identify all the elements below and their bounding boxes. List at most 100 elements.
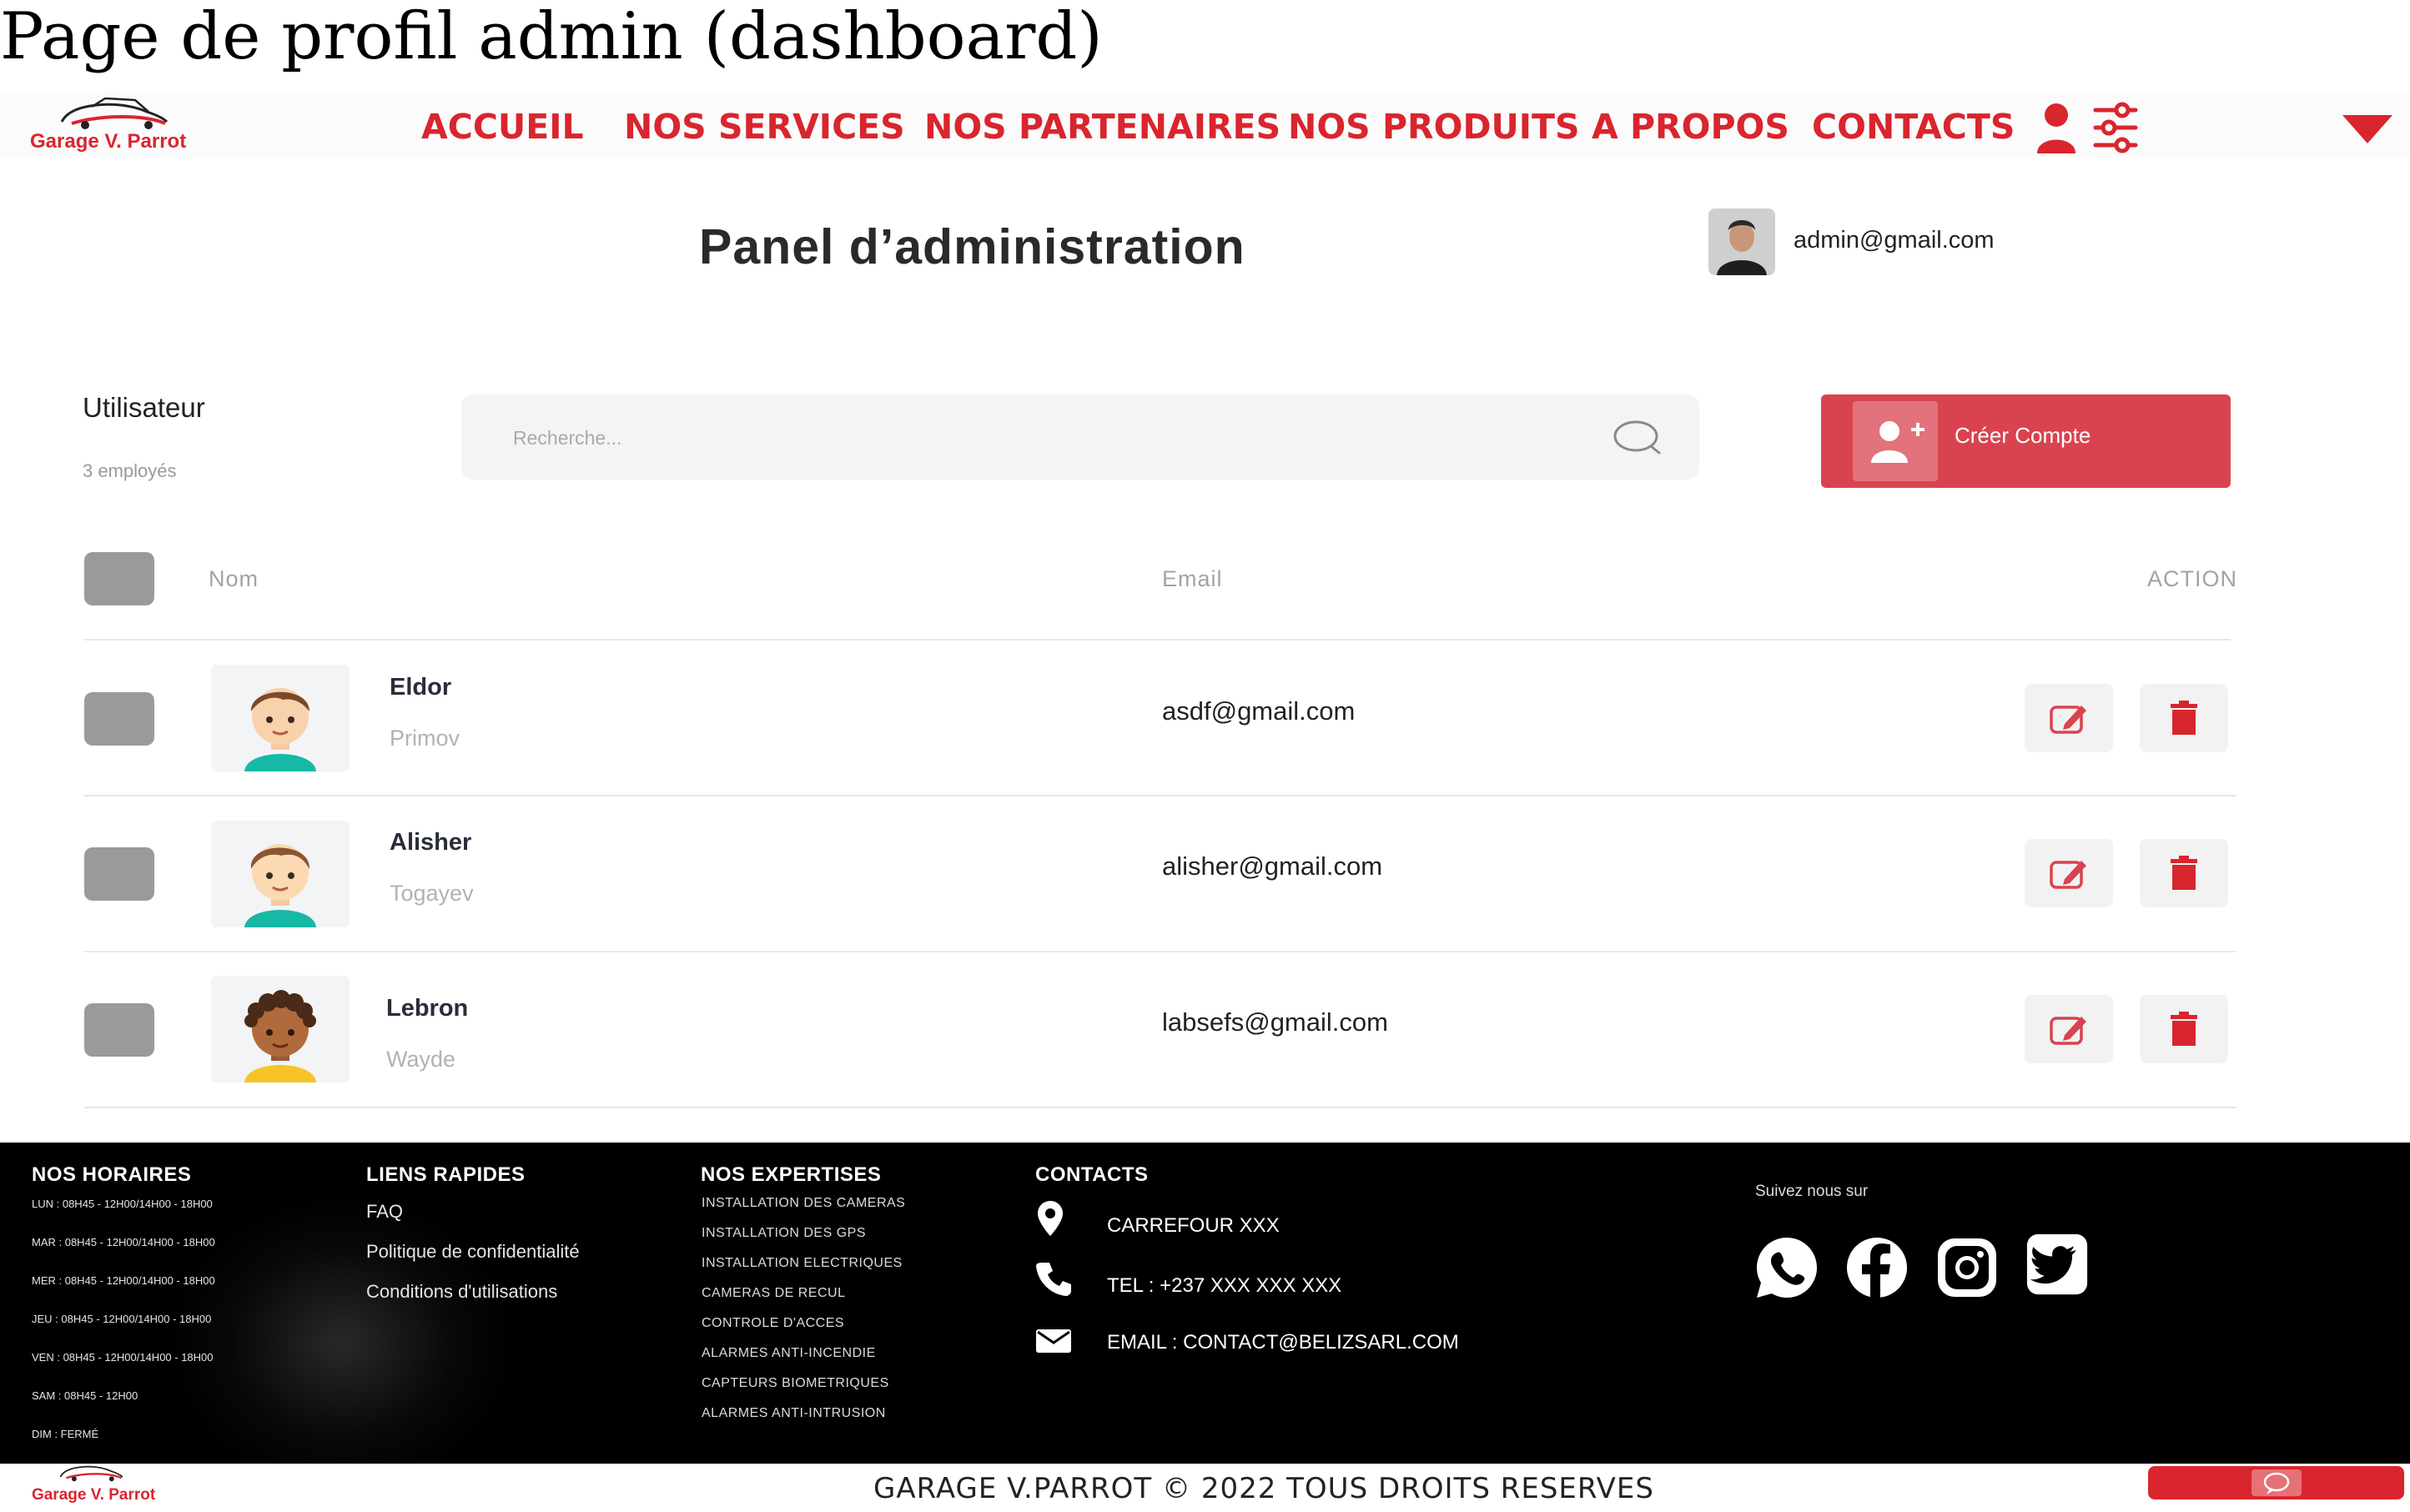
- footer-contacts-title: CONTACTS: [1035, 1163, 1149, 1186]
- expertise-item[interactable]: CAMERAS DE RECUL: [702, 1286, 845, 1301]
- delete-button[interactable]: [2140, 995, 2228, 1063]
- mail-icon: [1036, 1329, 1071, 1353]
- admin-photo-icon: [1708, 208, 1775, 275]
- expertise-item[interactable]: ALARMES ANTI-INCENDIE: [702, 1346, 876, 1361]
- user-avatar: [211, 821, 350, 927]
- search-input[interactable]: [513, 421, 1597, 455]
- trash-icon: [2171, 701, 2197, 735]
- delete-button[interactable]: [2140, 839, 2228, 907]
- copyright: GARAGE V.PARROT © 2022 TOUS DROITS RESER…: [873, 1472, 1654, 1505]
- caret-down-icon[interactable]: [2342, 115, 2392, 145]
- nav-nos-services[interactable]: NOS SERVICES: [624, 107, 905, 147]
- hours-line: LUN : 08H45 - 12H00/14H00 - 18H00: [32, 1198, 213, 1210]
- contact-address: CARREFOUR XXX: [1107, 1214, 1280, 1237]
- user-email: asdf@gmail.com: [1162, 696, 1356, 726]
- footer-hours-title: NOS HORAIRES: [32, 1163, 192, 1186]
- footer-link-privacy[interactable]: Politique de confidentialité: [366, 1241, 580, 1263]
- search-box: [461, 394, 1699, 480]
- nav-accueil[interactable]: ACCUEIL: [421, 107, 584, 147]
- edit-icon: [2050, 706, 2086, 734]
- edit-icon: [2050, 1017, 2086, 1045]
- create-account-button[interactable]: Créer Compte: [1821, 394, 2231, 488]
- admin-email: admin@gmail.com: [1794, 227, 1995, 254]
- expertise-item[interactable]: INSTALLATION DES CAMERAS: [702, 1196, 905, 1211]
- social-label: Suivez nous sur: [1755, 1183, 1869, 1200]
- footer-link-terms[interactable]: Conditions d'utilisations: [366, 1281, 557, 1303]
- car-logo-icon: [59, 1465, 123, 1482]
- hours-line: MER : 08H45 - 12H00/14H00 - 18H00: [32, 1274, 215, 1287]
- expertise-item[interactable]: ALARMES ANTI-INTRUSION: [702, 1406, 886, 1421]
- boy-avatar-icon: [244, 844, 316, 927]
- brand-name: Garage V. Parrot: [32, 1486, 156, 1504]
- hours-line: DIM : FERMÉ: [32, 1428, 99, 1440]
- divider: [84, 1107, 2236, 1108]
- page-caption: Page de profil admin (dashboard): [0, 0, 1103, 74]
- instagram-icon[interactable]: [1935, 1236, 1999, 1299]
- row-checkbox[interactable]: [84, 692, 154, 746]
- hours-line: JEU : 08H45 - 12H00/14H00 - 18H00: [32, 1313, 212, 1325]
- nav-contacts[interactable]: CONTACTS: [1812, 107, 2015, 147]
- divider: [84, 639, 2231, 640]
- sliders-icon[interactable]: [2092, 102, 2139, 153]
- row-checkbox[interactable]: [84, 1003, 154, 1057]
- chat-widget[interactable]: [2148, 1466, 2404, 1499]
- section-title: Utilisateur: [83, 392, 205, 423]
- trash-icon: [2171, 1012, 2197, 1046]
- hours-line: SAM : 08H45 - 12H00: [32, 1389, 138, 1402]
- add-user-icon-box: [1853, 401, 1938, 481]
- edit-button[interactable]: [2025, 684, 2113, 752]
- page-title: Panel d’administration: [699, 219, 1245, 274]
- phone-icon: [1036, 1263, 1071, 1296]
- delete-button[interactable]: [2140, 684, 2228, 752]
- whatsapp-icon[interactable]: [1755, 1236, 1819, 1299]
- footer-expertises-title: NOS EXPERTISES: [701, 1163, 882, 1186]
- divider: [84, 951, 2236, 952]
- add-user-icon: [1871, 421, 1924, 463]
- user-icon[interactable]: [2035, 102, 2077, 153]
- user-first-name: Eldor: [390, 674, 452, 701]
- twitter-icon[interactable]: [2025, 1233, 2089, 1296]
- search-icon[interactable]: [1613, 419, 1663, 455]
- user-email: labsefs@gmail.com: [1162, 1007, 1388, 1037]
- expertise-item[interactable]: INSTALLATION DES GPS: [702, 1226, 866, 1241]
- user-first-name: Lebron: [386, 995, 469, 1022]
- user-last-name: Togayev: [390, 881, 474, 906]
- contact-phone: TEL : +237 XXX XXX XXX: [1107, 1274, 1342, 1297]
- footer: NOS HORAIRES LUN : 08H45 - 12H00/14H00 -…: [0, 1143, 2410, 1464]
- facebook-icon[interactable]: [1845, 1236, 1909, 1299]
- footer-link-faq[interactable]: FAQ: [366, 1201, 403, 1223]
- chat-icon: [2252, 1469, 2302, 1496]
- edit-button[interactable]: [2025, 995, 2113, 1063]
- contact-email: EMAIL : CONTACT@BELIZSARL.COM: [1107, 1331, 1459, 1354]
- nav-nos-produits[interactable]: NOS PRODUITS: [1288, 107, 1580, 147]
- admin-avatar[interactable]: [1708, 208, 1775, 275]
- user-email: alisher@gmail.com: [1162, 851, 1383, 881]
- nav-a-propos[interactable]: A PROPOS: [1592, 107, 1789, 147]
- footer-logo[interactable]: Garage V. Parrot: [25, 1461, 175, 1509]
- hours-line: VEN : 08H45 - 12H00/14H00 - 18H00: [32, 1351, 214, 1364]
- create-account-label: Créer Compte: [1955, 423, 2091, 448]
- expertise-item[interactable]: CONTROLE D'ACCES: [702, 1316, 844, 1331]
- trash-icon: [2171, 856, 2197, 890]
- edit-button[interactable]: [2025, 839, 2113, 907]
- expertise-item[interactable]: INSTALLATION ELECTRIQUES: [702, 1256, 903, 1271]
- user-avatar: [211, 665, 350, 771]
- curly-boy-avatar-icon: [244, 990, 316, 1083]
- footer-glow: [167, 1193, 517, 1464]
- divider: [84, 795, 2236, 796]
- nav-nos-partenaires[interactable]: NOS PARTENAIRES: [924, 107, 1280, 147]
- column-header-action: ACTION: [2147, 566, 2238, 591]
- user-last-name: Primov: [390, 726, 460, 751]
- row-checkbox[interactable]: [84, 847, 154, 901]
- footer-links-title: LIENS RAPIDES: [366, 1163, 526, 1186]
- user-avatar: [211, 976, 350, 1083]
- column-header-email: Email: [1162, 566, 1223, 591]
- hours-line: MAR : 08H45 - 12H00/14H00 - 18H00: [32, 1236, 215, 1248]
- expertise-item[interactable]: CAPTEURS BIOMETRIQUES: [702, 1376, 889, 1391]
- edit-icon: [2050, 861, 2086, 889]
- user-first-name: Alisher: [390, 829, 472, 856]
- select-all-checkbox[interactable]: [84, 552, 154, 605]
- boy-avatar-icon: [244, 688, 316, 771]
- location-pin-icon: [1038, 1201, 1063, 1236]
- column-header-name: Nom: [209, 566, 259, 591]
